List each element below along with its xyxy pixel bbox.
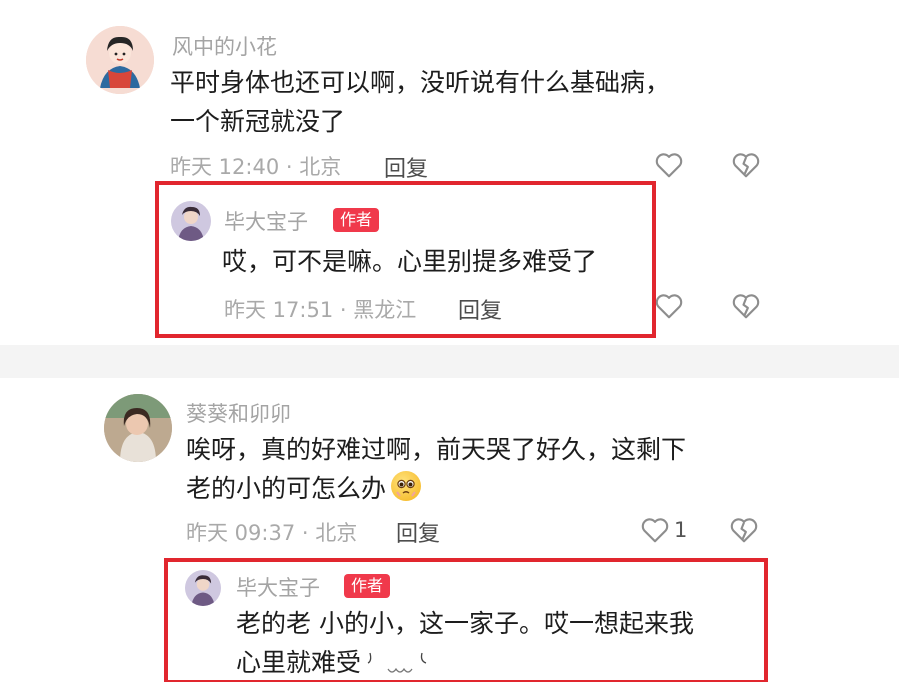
comment-thread-2: 葵葵和卯卯 唉呀，真的好难过啊，前天哭了好久，这剩下 老的小的可怎么办 昨天 0…	[0, 378, 899, 682]
reply-button[interactable]: 回复	[396, 516, 440, 548]
avatar[interactable]	[185, 570, 221, 606]
broken-heart-icon	[732, 294, 760, 319]
avatar[interactable]	[86, 26, 154, 94]
section-divider	[0, 345, 899, 378]
reply-text-line: 老的老 小的小，这一家子。哎一想起来我	[236, 609, 694, 638]
broken-heart-icon	[730, 518, 758, 543]
reply-username[interactable]: 毕大宝子	[236, 572, 320, 602]
sad-tears-emoji	[367, 652, 427, 673]
author-badge: 作者	[333, 208, 380, 232]
dislike-button[interactable]	[729, 516, 759, 544]
comment-username[interactable]: 葵葵和卯卯	[186, 398, 291, 428]
comment-text-line: 唉呀，真的好难过啊，前天哭了好久，这剩下	[186, 435, 687, 464]
comment-text-row: 老的小的可怎么办	[186, 470, 422, 508]
dislike-button[interactable]	[731, 292, 761, 320]
reply-text-line: 心里就难受	[236, 648, 362, 677]
comment-page: 风中的小花 平时身体也还可以啊，没听说有什么基础病， 一个新冠就没了 昨天 12…	[0, 0, 899, 682]
reply-meta: 昨天 17:51 · 黑龙江	[224, 298, 417, 322]
author-badge: 作者	[344, 574, 391, 598]
like-button[interactable]	[654, 292, 684, 320]
comment-thread-1: 风中的小花 平时身体也还可以啊，没听说有什么基础病， 一个新冠就没了 昨天 12…	[0, 0, 899, 345]
comment-text-line: 一个新冠就没了	[170, 107, 346, 136]
like-count: 1	[674, 518, 688, 542]
heart-outline-icon	[655, 294, 683, 319]
comment-username[interactable]: 风中的小花	[172, 31, 277, 61]
pleading-face-emoji	[391, 471, 422, 501]
dislike-button[interactable]	[731, 151, 761, 179]
broken-heart-icon	[732, 153, 760, 178]
comment-text-line: 平时身体也还可以啊，没听说有什么基础病，	[170, 68, 671, 97]
like-button[interactable]: 1	[640, 516, 687, 544]
reply-button[interactable]: 回复	[384, 151, 428, 183]
comment-meta: 昨天 12:40 · 北京	[170, 155, 342, 179]
comment-text-line: 老的小的可怎么办	[186, 474, 387, 503]
reply-button[interactable]: 回复	[458, 293, 502, 325]
avatar[interactable]	[104, 394, 172, 462]
reply-username[interactable]: 毕大宝子	[224, 206, 308, 236]
reply-text: 哎，可不是嘛。心里别提多难受了	[222, 247, 598, 276]
like-button[interactable]	[654, 151, 684, 179]
heart-outline-icon	[655, 153, 683, 178]
comment-meta: 昨天 09:37 · 北京	[186, 521, 358, 545]
avatar[interactable]	[171, 201, 211, 241]
reply-text-row: 心里就难受	[236, 644, 430, 682]
heart-outline-icon	[641, 518, 669, 543]
